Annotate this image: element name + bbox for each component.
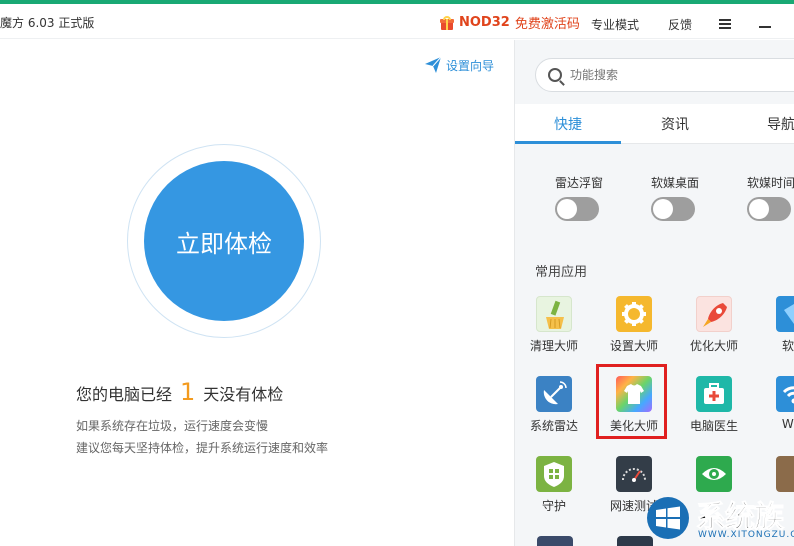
app-label: WiFi bbox=[781, 417, 794, 431]
toggle-row: 雷达浮窗 软媒桌面 软媒时间 bbox=[515, 144, 794, 238]
app-label: 清理大师 bbox=[529, 339, 578, 353]
satellite-dish-icon bbox=[536, 376, 572, 412]
app-wifi[interactable]: WiFi bbox=[759, 376, 794, 431]
toggle-switch[interactable] bbox=[555, 197, 599, 221]
nod32-promo-link[interactable]: NOD32 免费激活码 bbox=[440, 13, 580, 32]
app-system-radar[interactable]: 系统雷达 bbox=[519, 376, 589, 434]
tab-shortcuts[interactable]: 快捷 bbox=[554, 114, 582, 134]
toggle-label: 软媒时间 bbox=[747, 176, 794, 190]
software-icon bbox=[776, 296, 794, 332]
app-label: 优化大师 bbox=[689, 339, 738, 353]
app-pc-doctor[interactable]: 电脑医生 bbox=[679, 376, 749, 434]
tab-navigation[interactable]: 导航 bbox=[767, 114, 794, 134]
status-suffix: 天没有体检 bbox=[203, 385, 284, 404]
paper-plane-icon bbox=[425, 56, 442, 73]
watermark-url: WWW.XITONGZU.COM bbox=[698, 530, 794, 540]
watermark: 系统族 WWW.XITONGZU.COM bbox=[646, 490, 794, 546]
menu-icon[interactable] bbox=[719, 19, 731, 29]
common-apps-heading: 常用应用 bbox=[535, 265, 588, 280]
title-bar: 魔方 6.03 正式版 NOD32 免费激活码 专业模式 反馈 bbox=[0, 4, 794, 39]
feedback-button[interactable]: 反馈 bbox=[668, 16, 692, 33]
toggle-label: 软媒桌面 bbox=[651, 176, 700, 190]
shield-grid-icon bbox=[536, 456, 572, 492]
minimize-icon[interactable] bbox=[759, 26, 771, 28]
app-label: 系统雷达 bbox=[529, 419, 578, 433]
nod32-offer: 免费激活码 bbox=[514, 17, 580, 32]
search-box[interactable] bbox=[535, 58, 794, 92]
speedometer-icon bbox=[616, 456, 652, 492]
app-title: 魔方 6.03 正式版 bbox=[0, 16, 95, 30]
gift-icon bbox=[440, 15, 454, 30]
partial-app-icon bbox=[537, 536, 573, 546]
wifi-icon bbox=[776, 376, 794, 412]
app-software[interactable]: 软件 bbox=[759, 296, 794, 354]
check-status: 您的电脑已经 1 天没有体检 bbox=[76, 378, 283, 406]
app-icon-brown bbox=[776, 456, 794, 492]
windows-logo-icon bbox=[647, 497, 689, 539]
eye-icon bbox=[696, 456, 732, 492]
setup-wizard-label: 设置向导 bbox=[446, 58, 495, 73]
app-label: 电脑医生 bbox=[689, 419, 738, 433]
toggle-radar-window: 雷达浮窗 bbox=[555, 174, 645, 221]
side-panel: 快捷 资讯 导航 雷达浮窗 软媒桌面 软媒时间 常用应用 清理大师 设置大师 bbox=[514, 40, 794, 546]
tip-line-1: 如果系统存在垃圾，运行速度会变慢 bbox=[76, 419, 269, 433]
pro-mode-button[interactable]: 专业模式 bbox=[591, 16, 639, 33]
highlight-box bbox=[596, 364, 667, 439]
medical-kit-icon bbox=[696, 376, 732, 412]
search-input[interactable] bbox=[570, 68, 770, 82]
app-guard[interactable]: 守护 bbox=[519, 456, 589, 514]
side-tabs: 快捷 资讯 导航 bbox=[515, 104, 794, 144]
nod32-brand: NOD32 bbox=[459, 15, 510, 30]
toggle-ruanmei-desktop: 软媒桌面 bbox=[651, 174, 741, 221]
toggle-label: 雷达浮窗 bbox=[555, 176, 604, 190]
app-optimize-master[interactable]: 优化大师 bbox=[679, 296, 749, 354]
toggle-switch[interactable] bbox=[747, 197, 791, 221]
tab-news[interactable]: 资讯 bbox=[661, 114, 689, 134]
setup-wizard-link[interactable]: 设置向导 bbox=[424, 56, 494, 74]
toggle-ruanmei-time: 软媒时间 bbox=[747, 174, 794, 221]
app-label: 守护 bbox=[541, 499, 566, 513]
gear-icon bbox=[616, 296, 652, 332]
rocket-icon bbox=[696, 296, 732, 332]
days-count: 1 bbox=[180, 378, 196, 406]
app-cleanup-master[interactable]: 清理大师 bbox=[519, 296, 589, 354]
main-panel: 设置向导 立即体检 您的电脑已经 1 天没有体检 如果系统存在垃圾，运行速度会变… bbox=[0, 40, 514, 546]
app-label: 软件 bbox=[781, 339, 794, 353]
toggle-switch[interactable] bbox=[651, 197, 695, 221]
app-settings-master[interactable]: 设置大师 bbox=[599, 296, 669, 354]
tip-line-2: 建议您每天坚持体检，提升系统运行速度和效率 bbox=[76, 441, 329, 455]
status-prefix: 您的电脑已经 bbox=[76, 385, 173, 404]
app-label: 设置大师 bbox=[609, 339, 658, 353]
check-now-button[interactable]: 立即体检 bbox=[144, 161, 304, 321]
broom-icon bbox=[536, 296, 572, 332]
search-icon bbox=[548, 68, 562, 82]
